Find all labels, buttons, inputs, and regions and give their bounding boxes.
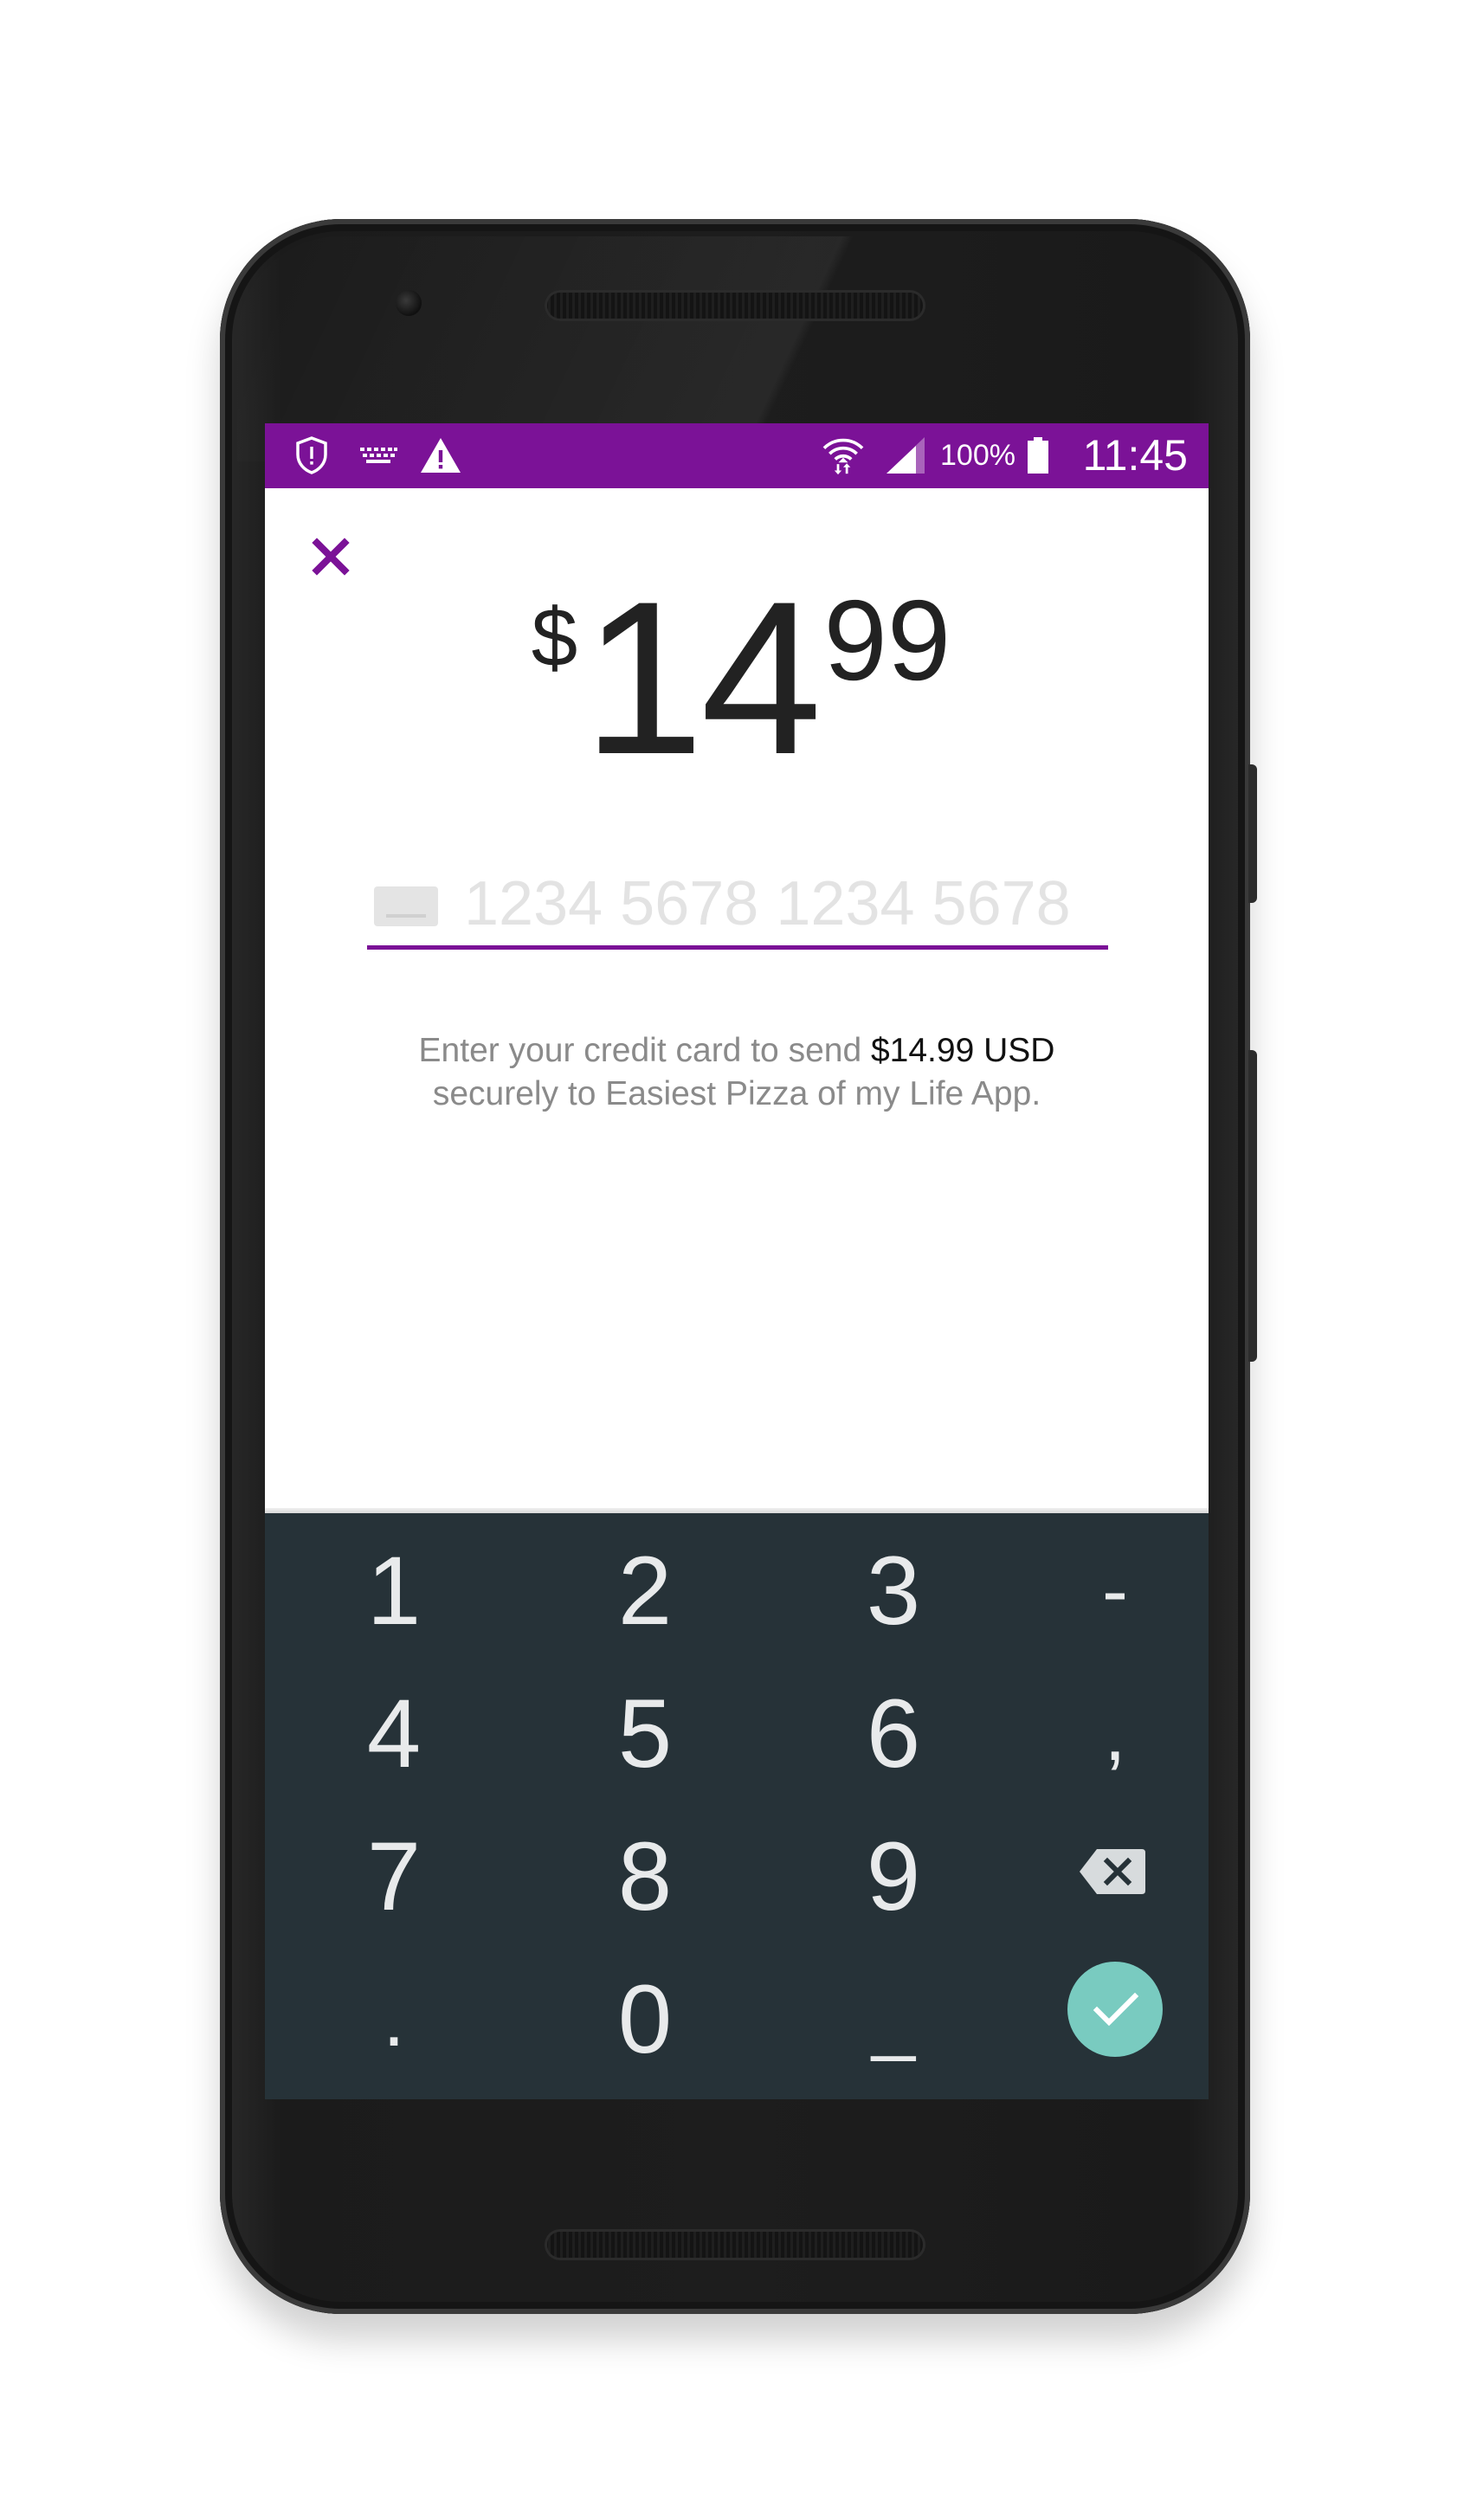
- payment-amount: $1499: [265, 570, 1209, 788]
- key-dot[interactable]: .: [299, 1950, 489, 2089]
- currency-symbol: $: [531, 591, 578, 684]
- status-time: 11:45: [1082, 431, 1188, 480]
- warning-icon: [421, 438, 461, 473]
- volume-button: [1248, 1050, 1257, 1362]
- close-icon[interactable]: [310, 536, 351, 577]
- battery-icon: [1028, 437, 1048, 474]
- credit-card-icon: [374, 886, 438, 926]
- key-4[interactable]: 4: [299, 1665, 489, 1803]
- key-0[interactable]: 0: [550, 1950, 740, 2089]
- keyboard-icon: [360, 448, 397, 463]
- backspace-icon[interactable]: [1078, 1846, 1147, 1898]
- bottom-speaker: [545, 2229, 925, 2260]
- info-amount: $14.99 USD: [870, 1032, 1055, 1069]
- power-button: [1248, 764, 1257, 903]
- key-comma[interactable]: ,: [1020, 1665, 1209, 1803]
- info-suffix: securely to Easiest Pizza of my Life App…: [432, 1075, 1041, 1112]
- amount-whole: 14: [583, 557, 822, 800]
- key-6[interactable]: 6: [798, 1665, 989, 1803]
- key-space[interactable]: _: [798, 1950, 989, 2089]
- key-2[interactable]: 2: [550, 1522, 740, 1660]
- shield-icon: [296, 436, 327, 474]
- key-3[interactable]: 3: [798, 1522, 989, 1660]
- phone-screen: 100% 11:45 $1499 Enter your credit: [265, 423, 1209, 2099]
- payment-info-text: Enter your credit card to send $14.99 US…: [265, 1029, 1209, 1116]
- card-number-field: [367, 860, 1106, 940]
- page: 100% 11:45 $1499 Enter your credit: [0, 0, 1470, 2520]
- front-camera: [396, 290, 422, 316]
- card-input-underline: [367, 945, 1108, 950]
- key-8[interactable]: 8: [550, 1808, 740, 1946]
- wifi-icon: [822, 438, 864, 475]
- amount-cents: 99: [823, 577, 951, 704]
- info-prefix: Enter your credit card to send: [418, 1032, 862, 1069]
- key-dash[interactable]: -: [1020, 1522, 1209, 1660]
- signal-icon: [887, 437, 925, 474]
- key-9[interactable]: 9: [798, 1808, 989, 1946]
- numeric-keypad: 1 2 3 - 4 5 6 , 7 8 9 . 0 _: [265, 1513, 1209, 2099]
- key-5[interactable]: 5: [550, 1665, 740, 1803]
- status-bar: 100% 11:45: [265, 423, 1209, 488]
- key-7[interactable]: 7: [299, 1808, 489, 1946]
- top-speaker: [545, 290, 925, 321]
- confirm-button[interactable]: [1067, 1962, 1163, 2057]
- battery-percentage: 100%: [940, 439, 1015, 472]
- card-number-input[interactable]: [464, 867, 1096, 940]
- check-icon: [1093, 1992, 1139, 2027]
- key-1[interactable]: 1: [299, 1522, 489, 1660]
